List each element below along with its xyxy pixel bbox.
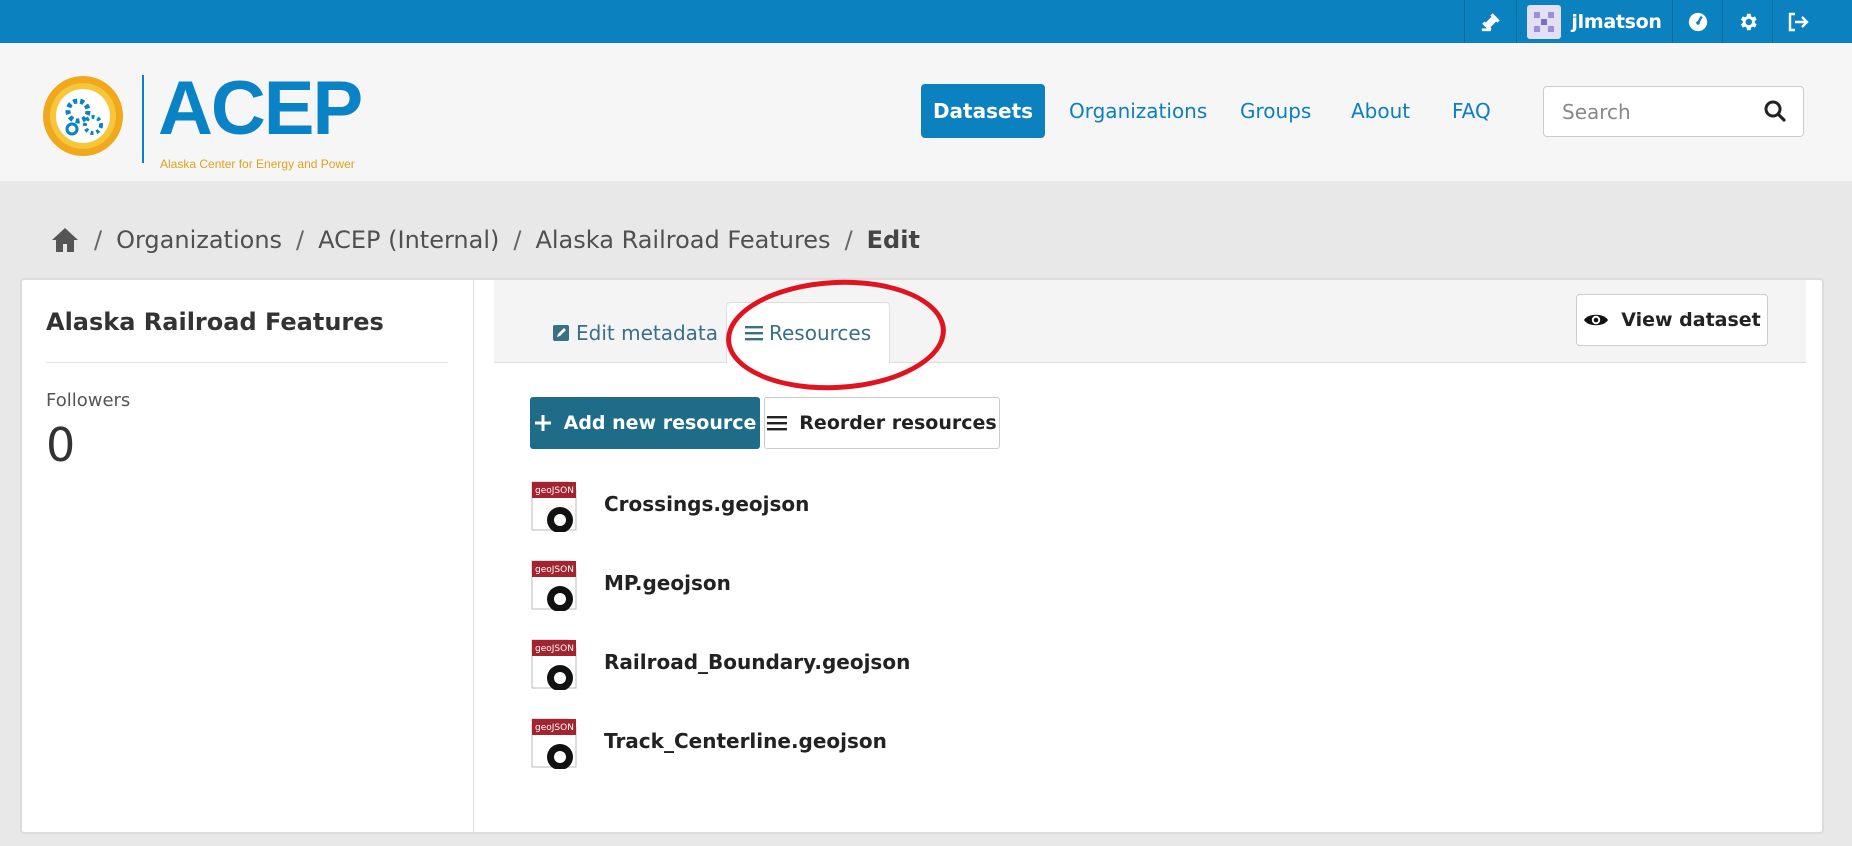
reorder-resources-button[interactable]: Reorder resources — [764, 397, 1000, 449]
tab-edit-metadata-label: Edit metadata — [576, 321, 719, 345]
logo-tagline: Alaska Center for Energy and Power — [160, 157, 355, 171]
breadcrumb: / Organizations / ACEP (Internal) / Alas… — [50, 220, 920, 260]
search-button[interactable] — [1763, 99, 1789, 125]
add-new-resource-button[interactable]: Add new resource — [530, 397, 760, 449]
breadcrumb-separator: / — [844, 226, 853, 254]
settings-link[interactable] — [1722, 0, 1772, 43]
site-logo[interactable]: ACEP Alaska Center for Energy and Power — [38, 65, 363, 171]
breadcrumb-separator: / — [513, 226, 522, 254]
view-dataset-label: View dataset — [1621, 309, 1761, 331]
list-icon — [745, 326, 763, 341]
resource-name[interactable]: Railroad_Boundary.geojson — [604, 650, 910, 674]
format-label: geoJSON — [535, 486, 574, 496]
gavel-icon — [1481, 12, 1500, 31]
tab-resources-label: Resources — [769, 321, 872, 345]
format-label: geoJSON — [535, 565, 574, 575]
nav-faq[interactable]: FAQ — [1452, 84, 1491, 138]
tab-edit-metadata[interactable]: Edit metadata — [534, 302, 736, 364]
resource-item[interactable]: geoJSON Railroad_Boundary.geojson — [530, 638, 1330, 717]
sign-out-icon — [1788, 12, 1809, 31]
logo-divider — [142, 75, 144, 163]
geojson-format-icon: geoJSON — [531, 639, 577, 690]
avatar — [1527, 4, 1562, 39]
breadcrumb-dataset[interactable]: Alaska Railroad Features — [535, 226, 830, 254]
plus-icon — [534, 415, 551, 431]
reorder-resources-label: Reorder resources — [799, 412, 997, 434]
home-link[interactable] — [50, 226, 80, 254]
masthead: ACEP Alaska Center for Energy and Power … — [0, 43, 1852, 181]
search-input[interactable] — [1544, 87, 1744, 136]
home-icon — [52, 228, 78, 252]
sidebar-divider — [46, 362, 448, 363]
resource-item[interactable]: geoJSON Crossings.geojson — [530, 480, 1330, 559]
edit-icon — [553, 325, 569, 341]
logout-link[interactable] — [1772, 0, 1822, 43]
breadcrumb-current: Edit — [866, 226, 920, 254]
format-label: geoJSON — [535, 723, 574, 733]
breadcrumb-organization[interactable]: ACEP (Internal) — [318, 226, 499, 254]
dataset-title: Alaska Railroad Features — [46, 308, 384, 336]
eye-icon — [1584, 314, 1609, 326]
sysadmin-link[interactable] — [1464, 0, 1516, 43]
add-new-resource-label: Add new resource — [563, 412, 757, 434]
resource-name[interactable]: Track_Centerline.geojson — [604, 729, 887, 753]
format-label: geoJSON — [535, 644, 574, 654]
geojson-format-icon: geoJSON — [531, 560, 577, 611]
nav-organizations[interactable]: Organizations — [1069, 84, 1207, 138]
dashboard-link[interactable] — [1672, 0, 1722, 43]
search-box — [1543, 86, 1804, 137]
breadcrumb-separator: / — [94, 226, 103, 254]
gear-icon — [1740, 13, 1757, 30]
sun-gears-logo-icon — [43, 76, 123, 156]
search-icon — [1764, 100, 1786, 122]
bars-icon — [767, 416, 788, 431]
view-dataset-button[interactable]: View dataset — [1576, 294, 1768, 346]
breadcrumb-organizations[interactable]: Organizations — [116, 226, 282, 254]
nav-groups[interactable]: Groups — [1240, 84, 1311, 138]
resource-name[interactable]: MP.geojson — [604, 571, 731, 595]
breadcrumb-separator: / — [296, 226, 305, 254]
dataset-sidebar: Alaska Railroad Features Followers 0 — [22, 280, 474, 832]
resource-list: geoJSON Crossings.geojson geoJSON MP.geo… — [530, 480, 1330, 796]
resources-content: Edit metadata Resources View dataset Add… — [494, 274, 1826, 832]
resource-item[interactable]: geoJSON MP.geojson — [530, 559, 1330, 638]
account-bar: jlmatson — [0, 0, 1852, 43]
resource-name[interactable]: Crossings.geojson — [604, 492, 809, 516]
username: jlmatson — [1571, 10, 1662, 33]
main-panel: Alaska Railroad Features Followers 0 Edi… — [20, 274, 1826, 834]
geojson-format-icon: geoJSON — [531, 718, 577, 769]
resource-item[interactable]: geoJSON Track_Centerline.geojson — [530, 717, 1330, 796]
nav-datasets[interactable]: Datasets — [921, 84, 1045, 138]
edit-tabs: Edit metadata Resources View dataset — [494, 280, 1806, 364]
logo-wordmark: ACEP — [158, 66, 363, 151]
dashboard-icon — [1688, 12, 1707, 31]
user-profile-link[interactable]: jlmatson — [1516, 0, 1672, 43]
followers-label: Followers — [46, 390, 131, 411]
followers-count: 0 — [46, 418, 76, 472]
geojson-format-icon: geoJSON — [531, 481, 577, 532]
tab-resources[interactable]: Resources — [726, 302, 891, 364]
nav-about[interactable]: About — [1351, 84, 1410, 138]
